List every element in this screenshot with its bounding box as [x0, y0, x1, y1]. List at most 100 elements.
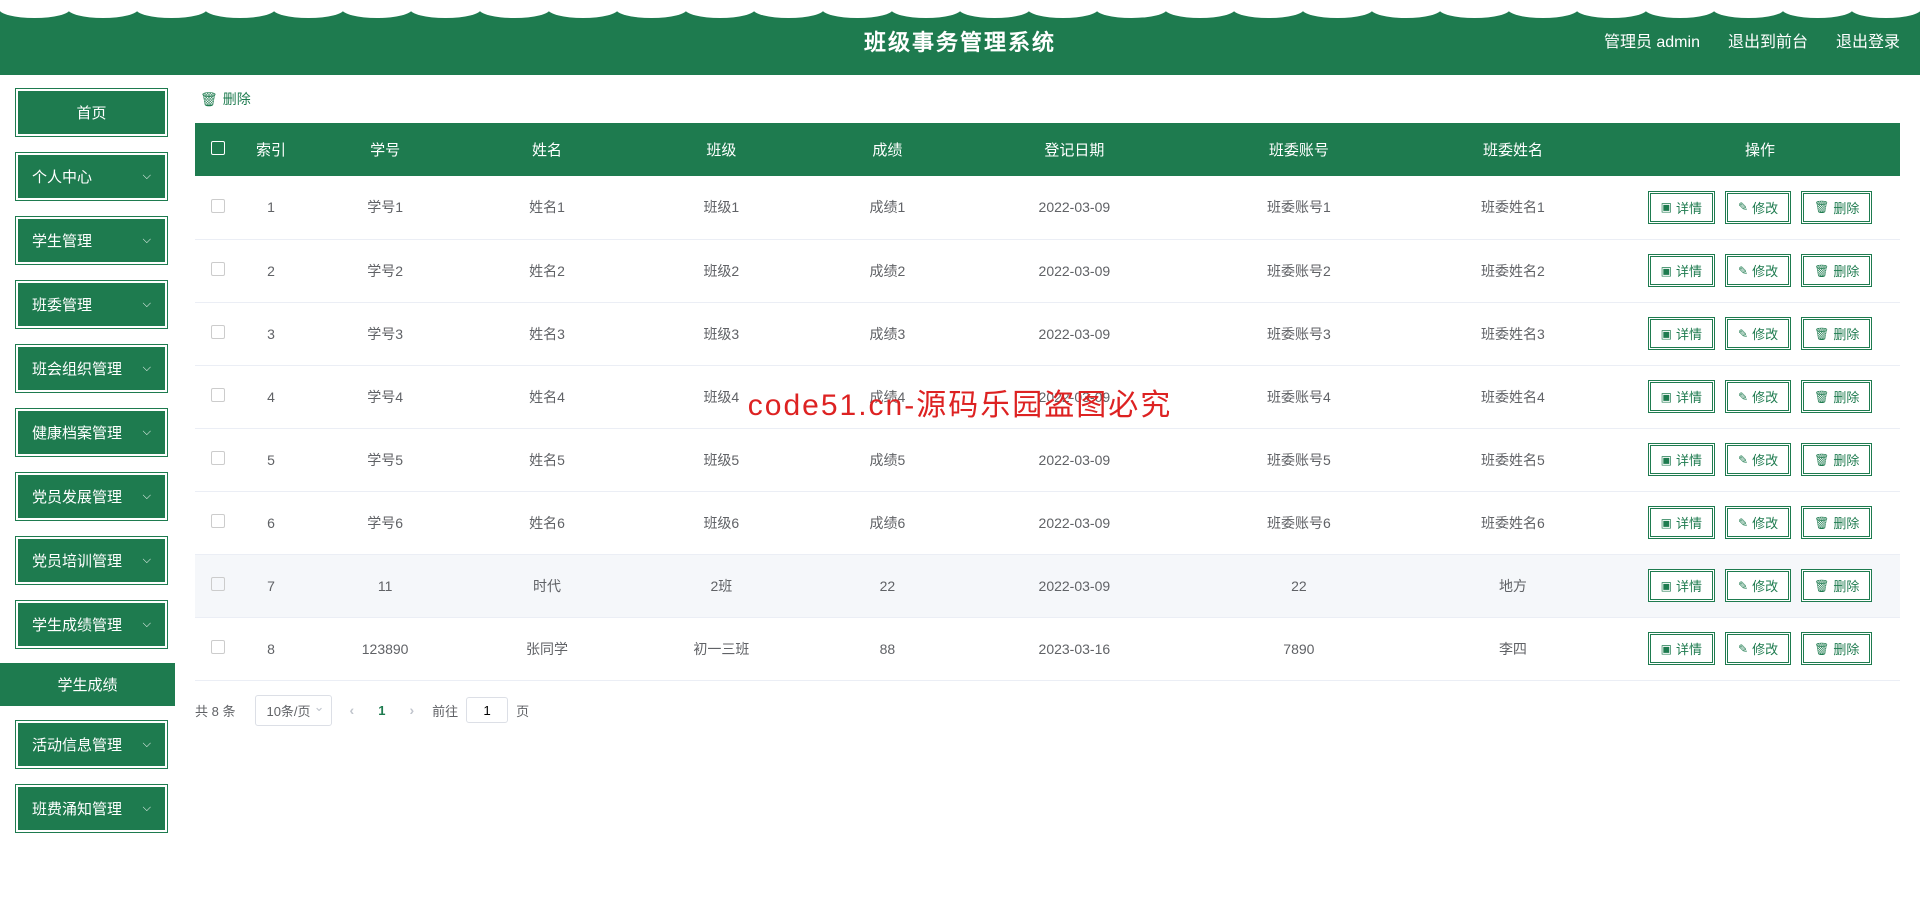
cell-committeeName: 班委姓名1	[1406, 176, 1620, 239]
delete-button-label: 删除	[1833, 387, 1859, 406]
th-committee-name: 班委姓名	[1406, 123, 1620, 176]
sidebar-item-8[interactable]: 学生成绩管理⌵	[17, 602, 166, 647]
table-row: 3学号3姓名3班级3成绩32022-03-09班委账号3班委姓名3▣详情✎修改🗑…	[195, 302, 1900, 365]
th-student-id: 学号	[301, 123, 469, 176]
detail-button[interactable]: ▣详情	[1648, 443, 1715, 476]
detail-icon: ▣	[1661, 642, 1672, 656]
delete-icon: 🗑	[1814, 516, 1829, 530]
pager-jump-label: 前往	[432, 701, 458, 720]
table-row: 711时代2班222022-03-0922地方▣详情✎修改🗑删除	[195, 554, 1900, 617]
cell-committeeName: 班委姓名4	[1406, 365, 1620, 428]
edit-button[interactable]: ✎修改	[1725, 380, 1791, 413]
cell-studentId: 123890	[301, 617, 469, 680]
edit-icon: ✎	[1738, 579, 1748, 593]
detail-button[interactable]: ▣ 详情	[1648, 632, 1715, 665]
cell-className: 班级5	[625, 428, 818, 491]
select-all-checkbox[interactable]	[211, 141, 225, 155]
cell-committeeAccount: 班委账号6	[1192, 491, 1406, 554]
edit-button[interactable]: ✎修改	[1725, 443, 1791, 476]
pager-jump-input[interactable]	[466, 697, 508, 723]
sidebar-item-5[interactable]: 健康档案管理⌵	[17, 410, 166, 455]
delete-button[interactable]: 🗑删除	[1801, 254, 1872, 287]
detail-button[interactable]: ▣详情	[1648, 506, 1715, 539]
chevron-down-icon: ⌵	[143, 170, 151, 183]
delete-button[interactable]: 🗑删除	[1801, 569, 1872, 602]
pager-current-page[interactable]: 1	[372, 703, 391, 718]
sidebar-item-label: 个人中心	[32, 166, 92, 187]
cell-index: 5	[241, 428, 301, 491]
delete-button[interactable]: 🗑 删除	[1801, 380, 1872, 413]
edit-button[interactable]: ✎修改	[1725, 254, 1791, 287]
delete-icon: 🗑	[1814, 390, 1829, 404]
sidebar-item-10[interactable]: 班费涌知管理⌵	[17, 786, 166, 831]
sidebar-item-3[interactable]: 班委管理 ⌵	[17, 282, 166, 327]
bulk-delete-button[interactable]: 🗑 删除	[200, 89, 251, 109]
chevron-down-icon: ⌵	[143, 490, 151, 503]
detail-button[interactable]: ▣详情	[1648, 569, 1715, 602]
sidebar-item-1[interactable]: 个人中心 ⌵	[17, 154, 166, 199]
nav-logout-link[interactable]: 退出登录	[1836, 28, 1900, 52]
cell-name: 姓名5	[469, 428, 625, 491]
cell-grade: 22	[818, 554, 957, 617]
cell-grade: 成绩2	[818, 239, 957, 302]
delete-button[interactable]: 🗑删除	[1801, 317, 1872, 350]
cell-studentId: 学号1	[301, 176, 469, 239]
edit-button[interactable]: ✎修改	[1725, 191, 1791, 224]
nav-admin-link[interactable]: 管理员 admin	[1604, 28, 1700, 52]
detail-button[interactable]: ▣详情	[1648, 317, 1715, 350]
row-checkbox[interactable]	[211, 640, 225, 654]
sidebar-item-9[interactable]: 活动信息管理⌵	[17, 722, 166, 767]
cell-name: 张同学	[469, 617, 625, 680]
sidebar-item-4[interactable]: 班会组织管理⌵	[17, 346, 166, 391]
delete-button[interactable]: 🗑删除	[1801, 632, 1872, 665]
detail-button-label: 详情	[1676, 639, 1702, 658]
delete-button[interactable]: 🗑 删除	[1801, 506, 1872, 539]
sidebar-item-label: 健康档案管理	[32, 422, 122, 443]
sidebar-item-2[interactable]: 学生管理⌵	[17, 218, 166, 263]
chevron-down-icon: ⌵	[143, 298, 151, 311]
row-checkbox[interactable]	[211, 262, 225, 276]
sidebar-item-0[interactable]: 首页	[17, 90, 166, 135]
row-checkbox[interactable]	[211, 199, 225, 213]
sidebar-item-6[interactable]: 党员发展管理⌵	[17, 474, 166, 519]
table-row: 2学号2姓名2班级2成绩22022-03-09班委账号2班委姓名2▣详情✎修改🗑…	[195, 239, 1900, 302]
row-checkbox[interactable]	[211, 514, 225, 528]
row-checkbox[interactable]	[211, 577, 225, 591]
th-name: 姓名	[469, 123, 625, 176]
page-size-select[interactable]: 10条/页	[255, 695, 331, 726]
cell-committeeAccount: 班委账号1	[1192, 176, 1406, 239]
delete-button[interactable]: 🗑删除	[1801, 443, 1872, 476]
sidebar-item-label: 班委管理	[32, 294, 92, 315]
detail-button[interactable]: ▣详情	[1648, 254, 1715, 287]
edit-button[interactable]: ✎修改	[1725, 506, 1791, 539]
sidebar-item-label: 班会组织管理	[32, 358, 122, 379]
edit-button-label: 修改	[1752, 324, 1778, 343]
cell-studentId: 学号4	[301, 365, 469, 428]
submenu-student-grades[interactable]: 学生成绩	[0, 663, 175, 706]
th-grade: 成绩	[818, 123, 957, 176]
cell-className: 班级2	[625, 239, 818, 302]
chevron-down-icon: ⌵	[143, 234, 151, 247]
pager-total: 共 8 条	[195, 701, 235, 720]
pager-prev-button[interactable]: ‹	[346, 702, 359, 718]
delete-button-label: 删除	[1833, 513, 1859, 532]
cell-committeeName: 班委姓名3	[1406, 302, 1620, 365]
delete-button[interactable]: 🗑删除	[1801, 191, 1872, 224]
cell-grade: 成绩4	[818, 365, 957, 428]
detail-button-label: 详情	[1676, 198, 1702, 217]
sidebar-item-7[interactable]: 党员培训管理⌵	[17, 538, 166, 583]
row-checkbox[interactable]	[211, 388, 225, 402]
row-checkbox[interactable]	[211, 325, 225, 339]
row-checkbox[interactable]	[211, 451, 225, 465]
grades-table: 索引 学号 姓名 班级 成绩 登记日期 班委账号 班委姓名 操作 1学号1姓名1…	[195, 123, 1900, 681]
detail-button[interactable]: ▣详情	[1648, 191, 1715, 224]
pagination: 共 8 条 10条/页 ‹ 1 › 前往 页	[195, 681, 1900, 740]
detail-button[interactable]: ▣详情	[1648, 380, 1715, 413]
cell-grade: 成绩5	[818, 428, 957, 491]
edit-button[interactable]: ✎修改	[1725, 569, 1791, 602]
edit-button[interactable]: ✎修改	[1725, 317, 1791, 350]
nav-front-link[interactable]: 退出到前台	[1728, 28, 1808, 52]
detail-button-label: 详情	[1676, 324, 1702, 343]
edit-button[interactable]: ✎修改	[1725, 632, 1791, 665]
pager-next-button[interactable]: ›	[405, 702, 418, 718]
